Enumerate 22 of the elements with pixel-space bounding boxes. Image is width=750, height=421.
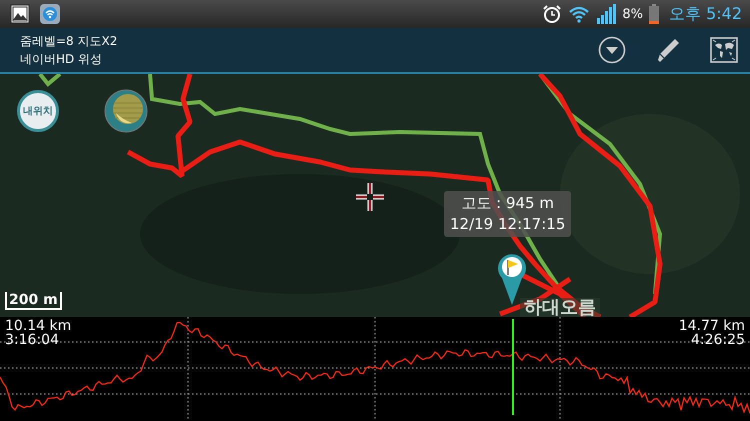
world-map-icon[interactable]	[710, 37, 738, 63]
dropdown-icon[interactable]	[598, 36, 626, 64]
battery-icon	[648, 4, 659, 24]
layer-icon[interactable]	[104, 89, 148, 133]
battery-percent: 8%	[622, 6, 643, 22]
altitude-text: 고도 : 945 m	[461, 193, 554, 214]
zoom-level-text: 줌레벨=8 지도X2	[20, 33, 118, 50]
wifi-icon	[568, 5, 590, 23]
alarm-icon	[542, 4, 562, 24]
end-time: 4:26:25	[691, 333, 745, 347]
gallery-icon[interactable]	[10, 4, 30, 24]
timestamp-text: 12/19 12:17:15	[450, 214, 566, 235]
scale-bar: 200 m	[5, 292, 62, 310]
map-type-text: 네이버HD 위성	[20, 51, 104, 68]
signal-icon	[596, 4, 616, 24]
wifi-app-icon[interactable]	[40, 4, 60, 24]
clock: 오후 5:42	[668, 4, 742, 24]
crosshair-icon	[355, 182, 385, 212]
end-distance: 14.77 km	[678, 319, 745, 333]
start-time: 3:16:04	[5, 333, 60, 347]
start-distance: 10.14 km	[5, 319, 72, 333]
place-label: 하대오름	[520, 298, 600, 317]
